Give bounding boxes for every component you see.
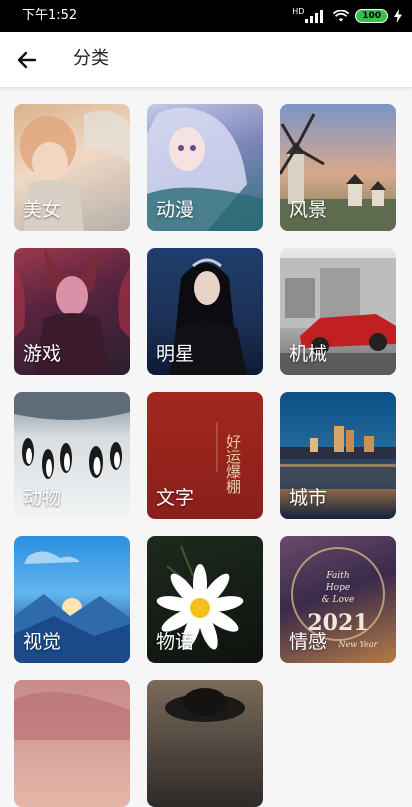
emotion-text-2: Hope bbox=[325, 583, 350, 593]
status-icons: HD 100 bbox=[292, 7, 402, 25]
category-label: 明星 bbox=[156, 343, 195, 365]
category-label: 文字 bbox=[156, 487, 195, 509]
category-card-beauty[interactable]: 美女 bbox=[14, 104, 130, 231]
status-time: 下午1:52 bbox=[22, 8, 78, 23]
category-card-mechanical[interactable]: 机械 bbox=[280, 248, 396, 375]
category-card-13[interactable] bbox=[14, 680, 130, 807]
network-type-label: HD bbox=[292, 7, 305, 16]
category-label: 城市 bbox=[289, 487, 328, 509]
emotion-text-1: Faith bbox=[325, 571, 349, 581]
category-13-thumbnail bbox=[14, 692, 130, 740]
charging-bolt-icon bbox=[394, 9, 402, 23]
category-card-text[interactable]: 好运爆棚 文字 bbox=[147, 392, 263, 519]
category-card-emotion[interactable]: Faith Hope & Love 2021 New Year 情感 bbox=[280, 536, 396, 663]
category-label: 情感 bbox=[289, 631, 328, 653]
app-bar: 分类 bbox=[0, 32, 412, 87]
category-card-14[interactable] bbox=[147, 680, 263, 807]
category-card-scenery[interactable]: 风景 bbox=[280, 104, 396, 231]
status-bar: 下午1:52 HD 100 bbox=[0, 0, 412, 32]
category-14-thumbnail bbox=[165, 688, 245, 722]
cellular-signal-icon: HD bbox=[292, 8, 327, 23]
category-label: 动漫 bbox=[156, 199, 195, 221]
arrow-left-icon[interactable] bbox=[13, 46, 41, 74]
category-card-anime[interactable]: 动漫 bbox=[147, 104, 263, 231]
category-label: 动物 bbox=[23, 487, 62, 509]
category-label: 物语 bbox=[156, 631, 195, 653]
category-card-celebrity[interactable]: 明星 bbox=[147, 248, 263, 375]
category-label: 风景 bbox=[289, 199, 328, 221]
category-label: 机械 bbox=[289, 343, 328, 365]
wifi-icon bbox=[333, 10, 350, 22]
category-card-animals[interactable]: 动物 bbox=[14, 392, 130, 519]
category-card-games[interactable]: 游戏 bbox=[14, 248, 130, 375]
emotion-text-5: New Year bbox=[337, 640, 378, 649]
category-card-visual[interactable]: 视觉 bbox=[14, 536, 130, 663]
battery-icon: 100 bbox=[355, 9, 388, 23]
category-card-story[interactable]: 物语 bbox=[147, 536, 263, 663]
category-label: 美女 bbox=[23, 199, 62, 221]
category-card-city[interactable]: 城市 bbox=[280, 392, 396, 519]
category-label: 视觉 bbox=[23, 631, 62, 653]
category-label: 游戏 bbox=[23, 343, 62, 365]
emotion-text-3: & Love bbox=[322, 595, 355, 605]
text-art-1: 好运爆棚 bbox=[224, 434, 242, 494]
page-title: 分类 bbox=[73, 48, 109, 69]
